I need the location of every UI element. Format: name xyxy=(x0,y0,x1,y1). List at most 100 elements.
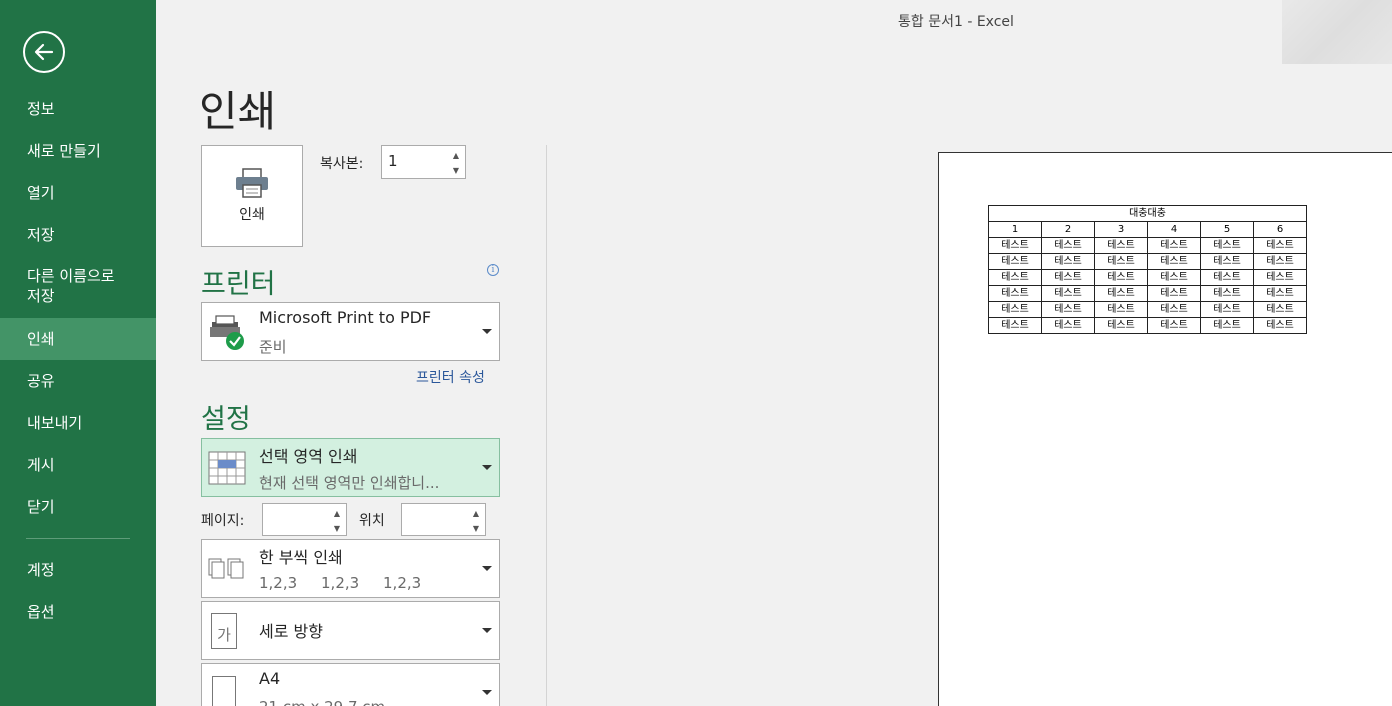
sidebar-item-publish[interactable]: 게시 xyxy=(0,444,156,486)
printer-properties-link[interactable]: 프린터 속성 xyxy=(416,367,485,387)
sidebar-item-save[interactable]: 저장 xyxy=(0,214,156,256)
page-title: 인쇄 xyxy=(199,87,277,136)
print-scope-description: 현재 선택 영역만 인쇄합니... xyxy=(259,474,440,492)
sidebar-item-label: 정보 xyxy=(27,100,55,118)
table-cell: 테스트 xyxy=(1094,269,1148,286)
sidebar-item-label: 게시 xyxy=(27,456,55,474)
print-preview-page: 대충대충 1 2 3 4 5 6 테스트 테스트 테스트 테스트 테스트 테스트… xyxy=(938,152,1392,706)
chevron-down-icon xyxy=(482,464,492,470)
pages-from-input[interactable]: ▲ ▼ xyxy=(262,503,347,536)
sidebar-nav: 정보 새로 만들기 열기 저장 다른 이름으로 저장 인쇄 공유 내보내기 게시… xyxy=(0,88,156,633)
settings-section-title: 설정 xyxy=(201,404,251,435)
table-cell: 테스트 xyxy=(1094,237,1148,254)
back-button[interactable] xyxy=(23,31,65,73)
spin-down-icon[interactable]: ▼ xyxy=(331,522,343,534)
print-button[interactable]: 인쇄 xyxy=(201,145,303,247)
paper-icon xyxy=(212,676,236,706)
copies-value: 1 xyxy=(388,152,398,170)
sidebar-item-export[interactable]: 내보내기 xyxy=(0,402,156,444)
table-row: 테스트 테스트 테스트 테스트 테스트 테스트 xyxy=(988,237,1307,254)
sidebar-item-print[interactable]: 인쇄 xyxy=(0,318,156,360)
pages-to-input[interactable]: ▲ ▼ xyxy=(401,503,486,536)
printer-status-icon xyxy=(210,315,244,350)
chevron-down-icon xyxy=(482,565,492,571)
table-row: 테스트 테스트 테스트 테스트 테스트 테스트 xyxy=(988,253,1307,270)
table-cell: 테스트 xyxy=(1200,253,1254,270)
table-cell: 테스트 xyxy=(1253,301,1307,318)
spin-up-icon[interactable]: ▲ xyxy=(331,507,343,519)
sidebar-item-new[interactable]: 새로 만들기 xyxy=(0,130,156,172)
sidebar-item-label: 공유 xyxy=(27,372,55,390)
preview-header-cell: 1 xyxy=(988,221,1042,238)
table-cell: 테스트 xyxy=(1094,285,1148,302)
spin-down-icon[interactable]: ▼ xyxy=(470,522,482,534)
printer-status: 준비 xyxy=(259,338,287,356)
printer-icon xyxy=(236,168,268,198)
table-cell: 테스트 xyxy=(988,285,1042,302)
preview-header-cell: 3 xyxy=(1094,221,1148,238)
sidebar-item-close[interactable]: 닫기 xyxy=(0,486,156,528)
collate-dropdown[interactable]: 한 부씩 인쇄 1,2,3 1,2,3 1,2,3 xyxy=(201,539,500,598)
table-cell: 테스트 xyxy=(1200,237,1254,254)
info-icon[interactable]: i xyxy=(487,264,499,276)
sidebar-item-share[interactable]: 공유 xyxy=(0,360,156,402)
table-cell: 테스트 xyxy=(988,237,1042,254)
sidebar-item-save-as[interactable]: 다른 이름으로 저장 xyxy=(0,256,156,318)
sidebar-item-label: 내보내기 xyxy=(27,414,83,432)
table-cell: 테스트 xyxy=(1094,301,1148,318)
preview-header-cell: 2 xyxy=(1041,221,1095,238)
table-cell: 테스트 xyxy=(1200,301,1254,318)
chevron-down-icon xyxy=(482,689,492,695)
table-cell: 테스트 xyxy=(1147,301,1201,318)
sidebar-item-label: 계정 xyxy=(27,561,55,579)
preview-header-cell: 5 xyxy=(1200,221,1254,238)
table-cell: 테스트 xyxy=(988,301,1042,318)
orientation-label: 세로 방향 xyxy=(259,622,323,641)
table-cell: 테스트 xyxy=(1147,269,1201,286)
table-cell: 테스트 xyxy=(1253,285,1307,302)
collate-label: 한 부씩 인쇄 xyxy=(259,548,343,567)
sidebar-item-label: 저장 xyxy=(27,226,55,244)
table-cell: 테스트 xyxy=(1253,317,1307,334)
paper-size-label: A4 xyxy=(259,669,281,688)
table-cell: 테스트 xyxy=(1094,317,1148,334)
sidebar-item-label: 열기 xyxy=(27,184,55,202)
spin-down-icon[interactable]: ▼ xyxy=(450,164,462,176)
preview-header-cell: 4 xyxy=(1147,221,1201,238)
sidebar-item-info[interactable]: 정보 xyxy=(0,88,156,130)
sidebar-item-options[interactable]: 옵션 xyxy=(0,591,156,633)
preview-header-cell: 6 xyxy=(1253,221,1307,238)
preview-header-row: 1 2 3 4 5 6 xyxy=(988,221,1307,238)
print-scope-dropdown[interactable]: 선택 영역 인쇄 현재 선택 영역만 인쇄합니... xyxy=(201,438,500,497)
table-cell: 테스트 xyxy=(1041,237,1095,254)
sidebar-item-label: 닫기 xyxy=(27,498,55,516)
header-decoration xyxy=(1282,0,1392,64)
table-cell: 테스트 xyxy=(1041,301,1095,318)
backstage-sidebar: 정보 새로 만들기 열기 저장 다른 이름으로 저장 인쇄 공유 내보내기 게시… xyxy=(0,0,156,706)
table-row: 테스트 테스트 테스트 테스트 테스트 테스트 xyxy=(988,301,1307,318)
sidebar-item-label: 다른 이름으로 저장 xyxy=(27,267,115,305)
table-cell: 테스트 xyxy=(1041,317,1095,334)
paper-size-dropdown[interactable]: A4 21 cm x 29.7 cm xyxy=(201,663,500,706)
panel-divider xyxy=(546,145,547,706)
orientation-dropdown[interactable]: 가 세로 방향 xyxy=(201,601,500,660)
table-cell: 테스트 xyxy=(988,317,1042,334)
portrait-page-icon-text: 가 xyxy=(217,626,231,644)
table-cell: 테스트 xyxy=(1200,285,1254,302)
table-cell: 테스트 xyxy=(988,253,1042,270)
spin-up-icon[interactable]: ▲ xyxy=(450,149,462,161)
sidebar-item-account[interactable]: 계정 xyxy=(0,549,156,591)
copies-stepper[interactable]: 1 ▲ ▼ xyxy=(381,145,466,179)
table-cell: 테스트 xyxy=(988,269,1042,286)
table-cell: 테스트 xyxy=(1041,269,1095,286)
sidebar-item-open[interactable]: 열기 xyxy=(0,172,156,214)
printer-name: Microsoft Print to PDF xyxy=(259,308,432,327)
sidebar-item-label: 새로 만들기 xyxy=(27,142,101,160)
printer-dropdown[interactable]: Microsoft Print to PDF 준비 xyxy=(201,302,500,361)
table-cell: 테스트 xyxy=(1147,253,1201,270)
portrait-page-icon: 가 xyxy=(211,613,237,649)
table-cell: 테스트 xyxy=(1200,317,1254,334)
back-arrow-icon xyxy=(34,43,54,61)
copies-label: 복사본: xyxy=(320,156,364,172)
spin-up-icon[interactable]: ▲ xyxy=(470,507,482,519)
